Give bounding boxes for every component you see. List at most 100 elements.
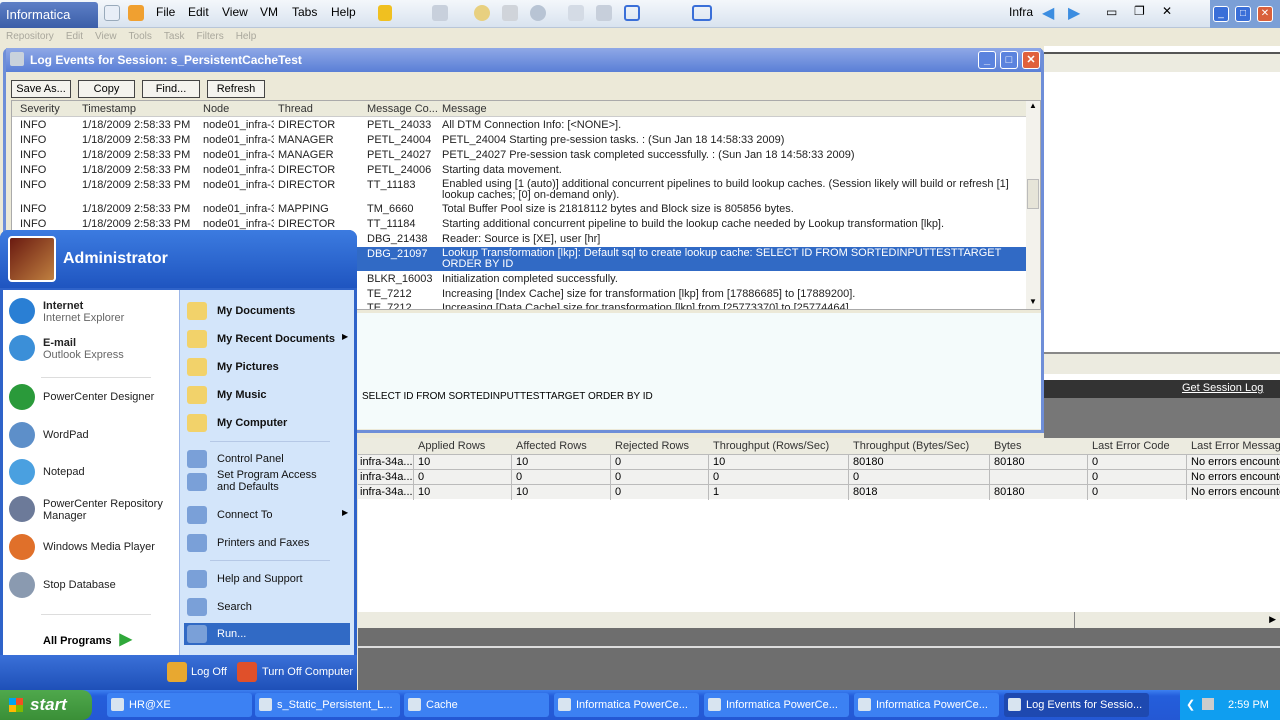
- start-pinned-item[interactable]: WordPad: [3, 422, 179, 456]
- restore-icon[interactable]: ❐: [1134, 4, 1145, 18]
- pin-icon[interactable]: [104, 5, 120, 21]
- snapshot-icon[interactable]: [474, 5, 490, 21]
- stats-column-header-5[interactable]: Bytes: [994, 440, 1022, 452]
- log-maximize-icon[interactable]: □: [1000, 51, 1018, 69]
- start-pinned-item[interactable]: Windows Media Player: [3, 534, 179, 568]
- log-row[interactable]: INFO 1/18/2009 2:58:33 PM node01_infra-3 DI…: [12, 118, 1026, 133]
- app-menu-filters[interactable]: Filters: [196, 31, 223, 42]
- start-place-item[interactable]: Control Panel: [184, 448, 350, 470]
- start-pinned-item[interactable]: E-mail Outlook Express: [3, 335, 179, 369]
- start-place-item[interactable]: My Recent Documents ▶: [184, 328, 350, 350]
- log-off-button[interactable]: Log Off: [191, 666, 227, 678]
- get-session-log-link[interactable]: Get Session Log: [1182, 382, 1263, 394]
- guest-maximize-icon[interactable]: □: [1235, 6, 1251, 22]
- log-window-titlebar[interactable]: Log Events for Session: s_PersistentCach…: [6, 48, 1041, 72]
- stats-column-header-6[interactable]: Last Error Code: [1092, 440, 1170, 452]
- taskbar-button[interactable]: Informatica PowerCe...: [854, 693, 999, 717]
- column-header-3[interactable]: Thread: [278, 103, 313, 115]
- start-place-item[interactable]: Search: [184, 596, 350, 618]
- menu-file[interactable]: File: [156, 5, 175, 19]
- console-icon[interactable]: [596, 5, 612, 21]
- start-place-item[interactable]: My Music: [184, 384, 350, 406]
- vm-icon[interactable]: [128, 5, 144, 21]
- fullscreen-icon[interactable]: [624, 5, 640, 21]
- all-programs-button[interactable]: All Programs ▶: [43, 629, 132, 649]
- refresh-button[interactable]: Refresh: [207, 80, 265, 98]
- column-header-4[interactable]: Message Co...: [367, 103, 438, 115]
- app-menu-edit[interactable]: Edit: [66, 31, 83, 42]
- log-row[interactable]: INFO 1/18/2009 2:58:33 PM node01_infra-3 DI…: [12, 178, 1026, 202]
- close-icon[interactable]: ✕: [1162, 4, 1172, 18]
- menu-edit[interactable]: Edit: [188, 5, 209, 19]
- start-place-item[interactable]: Set Program Access and Defaults: [184, 469, 350, 493]
- menu-tabs[interactable]: Tabs: [292, 5, 317, 19]
- network-icon[interactable]: [432, 5, 448, 21]
- app-menu-tools[interactable]: Tools: [129, 31, 152, 42]
- start-pinned-item[interactable]: PowerCenter Designer: [3, 384, 179, 418]
- log-row[interactable]: INFO 1/18/2009 2:58:33 PM node01_infra-3 MA…: [12, 133, 1026, 148]
- vm-tab-informatica[interactable]: Informatica: [0, 2, 98, 28]
- start-pinned-item[interactable]: Stop Database: [3, 572, 179, 606]
- start-place-item[interactable]: My Documents: [184, 300, 350, 322]
- start-pinned-item[interactable]: Internet Internet Explorer: [3, 298, 179, 332]
- stats-column-header-7[interactable]: Last Error Message: [1191, 440, 1280, 452]
- scroll-thumb[interactable]: [1027, 179, 1039, 209]
- stats-row[interactable]: infra-34a... 10 10 0 10 80180 80180 0 No errors …: [358, 454, 1280, 470]
- stats-column-header-1[interactable]: Affected Rows: [516, 440, 587, 452]
- menu-vm[interactable]: VM: [260, 5, 278, 19]
- start-place-item[interactable]: My Pictures: [184, 356, 350, 378]
- column-header-1[interactable]: Timestamp: [82, 103, 136, 115]
- stats-column-header-2[interactable]: Rejected Rows: [615, 440, 689, 452]
- column-header-0[interactable]: Severity: [20, 103, 60, 115]
- column-header-2[interactable]: Node: [203, 103, 229, 115]
- turn-off-button[interactable]: Turn Off Computer: [262, 666, 353, 678]
- menu-help[interactable]: Help: [331, 5, 356, 19]
- stats-column-header-4[interactable]: Throughput (Bytes/Sec): [853, 440, 969, 452]
- menu-view[interactable]: View: [222, 5, 248, 19]
- taskbar-button[interactable]: Informatica PowerCe...: [554, 693, 699, 717]
- app-menu-task[interactable]: Task: [164, 31, 185, 42]
- back-arrow-icon[interactable]: ◀: [1042, 3, 1054, 23]
- column-header-5[interactable]: Message: [442, 103, 487, 115]
- power-icon[interactable]: [378, 5, 392, 21]
- taskbar-button[interactable]: s_Static_Persistent_L...: [255, 693, 400, 717]
- stats-column-header-0[interactable]: Applied Rows: [418, 440, 485, 452]
- horizontal-scrollbar[interactable]: ▶: [358, 612, 1280, 628]
- start-place-item[interactable]: Printers and Faxes: [184, 532, 350, 554]
- unity-icon[interactable]: [692, 5, 712, 21]
- app-menu-view[interactable]: View: [95, 31, 117, 42]
- guest-close-icon[interactable]: ✕: [1257, 6, 1273, 22]
- scroll-right-icon[interactable]: ▶: [1269, 614, 1276, 625]
- app-menu-repository[interactable]: Repository: [6, 31, 54, 42]
- app-menu-help[interactable]: Help: [236, 31, 257, 42]
- find-button[interactable]: Find...: [142, 80, 200, 98]
- start-button[interactable]: start: [0, 690, 92, 720]
- scroll-down-icon[interactable]: ▼: [1029, 297, 1037, 306]
- stats-row[interactable]: infra-34a... 10 10 0 1 8018 80180 0 No errors en…: [358, 484, 1280, 500]
- vmware-tray-icon[interactable]: [1202, 698, 1214, 710]
- log-row[interactable]: INFO 1/18/2009 2:58:33 PM node01_infra-3 MA…: [12, 148, 1026, 163]
- taskbar-button[interactable]: HR@XE: [107, 693, 252, 717]
- copy-button[interactable]: Copy: [78, 80, 135, 98]
- log-close-icon[interactable]: ✕: [1022, 51, 1040, 69]
- minimize-icon[interactable]: ▭: [1106, 5, 1117, 19]
- start-place-item[interactable]: Help and Support: [184, 568, 350, 590]
- scroll-up-icon[interactable]: ▲: [1029, 101, 1037, 110]
- stats-column-header-3[interactable]: Throughput (Rows/Sec): [713, 440, 829, 452]
- tray-expand-icon[interactable]: ❮: [1186, 698, 1195, 711]
- start-place-item[interactable]: Run...: [184, 623, 350, 645]
- start-pinned-item[interactable]: PowerCenter Repository Manager: [3, 496, 179, 530]
- guest-minimize-icon[interactable]: _: [1213, 6, 1229, 22]
- log-grid-scrollbar[interactable]: ▲ ▼: [1026, 101, 1040, 309]
- taskbar-button[interactable]: Informatica PowerCe...: [704, 693, 849, 717]
- snapshot-manager-icon[interactable]: [530, 5, 546, 21]
- forward-arrow-icon[interactable]: ▶: [1068, 3, 1080, 23]
- sidebar-icon[interactable]: [568, 5, 584, 21]
- taskbar-button[interactable]: Log Events for Sessio...: [1004, 693, 1149, 717]
- log-row[interactable]: INFO 1/18/2009 2:58:33 PM node01_infra-3 DI…: [12, 163, 1026, 178]
- log-minimize-icon[interactable]: _: [978, 51, 996, 69]
- log-row[interactable]: INFO 1/18/2009 2:58:33 PM node01_infra-3 MA…: [12, 202, 1026, 217]
- start-place-item[interactable]: Connect To ▶: [184, 504, 350, 526]
- start-pinned-item[interactable]: Notepad: [3, 459, 179, 493]
- start-place-item[interactable]: My Computer: [184, 412, 350, 434]
